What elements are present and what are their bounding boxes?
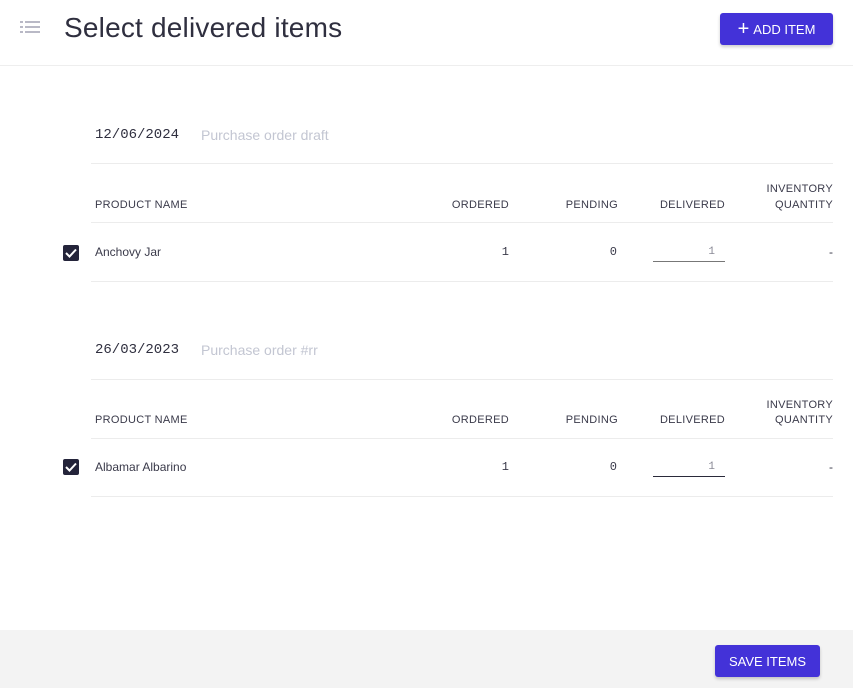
- column-header-delivered: DELIVERED: [659, 199, 725, 211]
- column-header-ordered: ORDERED: [451, 414, 509, 426]
- order-name: Purchase order draft: [201, 127, 329, 143]
- divider: [91, 222, 833, 223]
- column-header-ordered: ORDERED: [451, 199, 509, 211]
- column-header-pending: PENDING: [565, 199, 618, 211]
- checkmark-icon: [65, 462, 77, 472]
- ordered-value: 1: [501, 245, 509, 259]
- divider: [91, 496, 833, 497]
- delivered-input[interactable]: [653, 457, 725, 477]
- column-header-delivered: DELIVERED: [659, 414, 725, 426]
- row-checkbox[interactable]: [63, 245, 79, 261]
- order-header: 12/06/2024 Purchase order draft: [95, 125, 329, 145]
- column-header-inventory-2: QUANTITY: [774, 199, 833, 211]
- save-items-button[interactable]: SAVE ITEMS: [715, 645, 820, 677]
- pending-value: 0: [609, 460, 617, 474]
- product-name: Anchovy Jar: [95, 245, 162, 259]
- inventory-value: -: [829, 460, 833, 474]
- footer-bar: SAVE ITEMS: [0, 630, 853, 688]
- delivered-input[interactable]: [653, 242, 725, 262]
- divider: [91, 281, 833, 282]
- column-header-product: PRODUCT NAME: [95, 199, 188, 211]
- order-header: 26/03/2023 Purchase order #rr: [95, 340, 318, 360]
- divider: [91, 379, 833, 380]
- row-checkbox[interactable]: [63, 459, 79, 475]
- order-date: 12/06/2024: [95, 127, 180, 143]
- column-header-inventory: INVENTORY: [766, 183, 833, 195]
- add-item-label: ADD ITEM: [753, 21, 816, 37]
- column-header-inventory: INVENTORY: [766, 399, 833, 411]
- column-header-pending: PENDING: [565, 414, 618, 426]
- column-header-inventory-2: QUANTITY: [774, 414, 833, 426]
- pending-value: 0: [609, 245, 617, 259]
- order-date: 26/03/2023: [95, 342, 180, 358]
- product-name: Albamar Albarino: [95, 460, 187, 474]
- ordered-value: 1: [501, 460, 509, 474]
- checkmark-icon: [65, 248, 77, 258]
- inventory-value: -: [829, 245, 833, 259]
- page-title: Select delivered items: [64, 12, 343, 43]
- divider: [91, 163, 833, 164]
- add-item-button[interactable]: + ADD ITEM: [720, 13, 833, 45]
- page-header: Select delivered items + ADD ITEM: [0, 0, 853, 66]
- list-icon[interactable]: [20, 20, 40, 34]
- column-header-product: PRODUCT NAME: [95, 414, 188, 426]
- order-name: Purchase order #rr: [201, 342, 318, 358]
- divider: [91, 438, 833, 439]
- plus-icon: +: [737, 18, 750, 40]
